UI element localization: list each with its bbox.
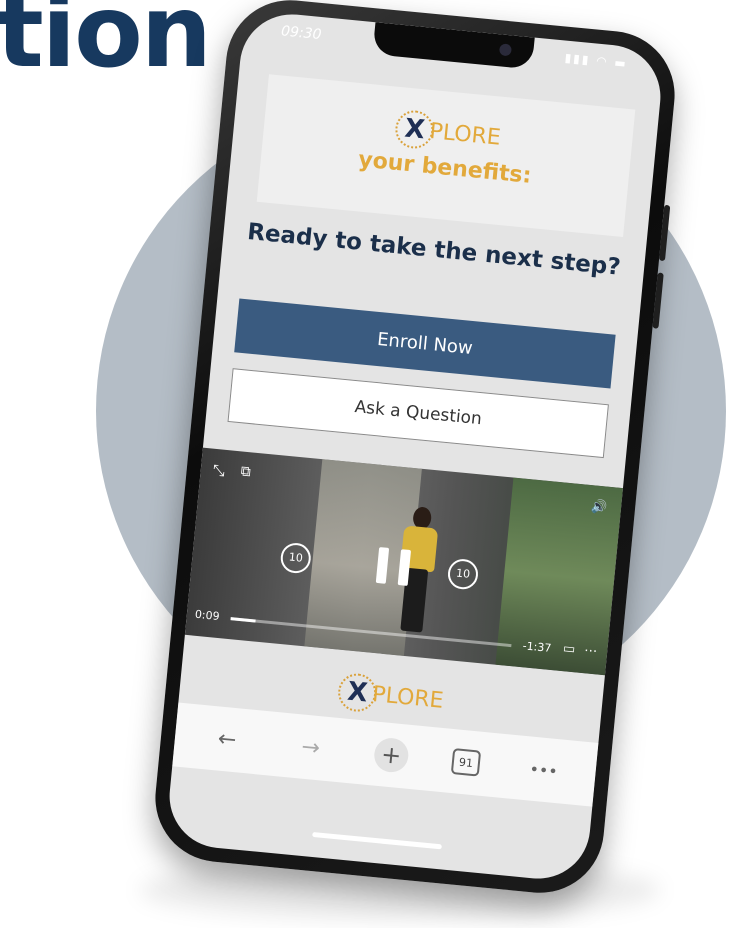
video-remaining: -1:37 <box>522 639 552 655</box>
camera-icon <box>498 43 512 57</box>
forward-icon[interactable]: → <box>290 733 332 762</box>
status-time: 09:30 <box>280 23 323 44</box>
xplore-logo-text: PLORE <box>428 118 502 151</box>
video-player[interactable]: ⤡ ⧉ 🔊 10 10 0:09 -1:37 ▭ ⋯ <box>184 447 623 676</box>
fullscreen-icon[interactable]: ⤡ <box>212 461 226 480</box>
video-progress-fill <box>230 617 257 623</box>
new-tab-icon[interactable]: + <box>372 736 410 774</box>
tab-count-button[interactable]: 91 <box>450 748 482 777</box>
back-icon[interactable]: ← <box>206 725 248 754</box>
benefits-hero: X PLORE your benefits: <box>256 74 636 237</box>
pip-icon[interactable]: ⧉ <box>240 463 251 480</box>
xplore-logo-text: PLORE <box>371 681 445 714</box>
phone-mockup: 09:30 ▮▮▮ ◠ ▬ X PLORE your benefits: Rea… <box>149 0 681 899</box>
menu-icon[interactable]: ••• <box>523 758 565 781</box>
airplay-icon[interactable]: ▭ <box>562 641 576 657</box>
home-indicator <box>312 831 442 850</box>
pause-icon[interactable] <box>375 547 412 586</box>
status-icons: ▮▮▮ ◠ ▬ <box>564 50 629 71</box>
headline-text: tion <box>0 0 212 90</box>
xplore-logo: X PLORE <box>394 108 502 157</box>
phone-screen: 09:30 ▮▮▮ ◠ ▬ X PLORE your benefits: Rea… <box>164 9 666 884</box>
skip-forward-icon[interactable]: 10 <box>446 557 480 591</box>
xplore-logo-footer: X PLORE <box>336 671 445 720</box>
skip-back-icon[interactable]: 10 <box>279 541 313 575</box>
more-options-icon[interactable]: ⋯ <box>583 643 597 659</box>
video-elapsed: 0:09 <box>194 607 221 624</box>
volume-icon[interactable]: 🔊 <box>590 499 608 515</box>
